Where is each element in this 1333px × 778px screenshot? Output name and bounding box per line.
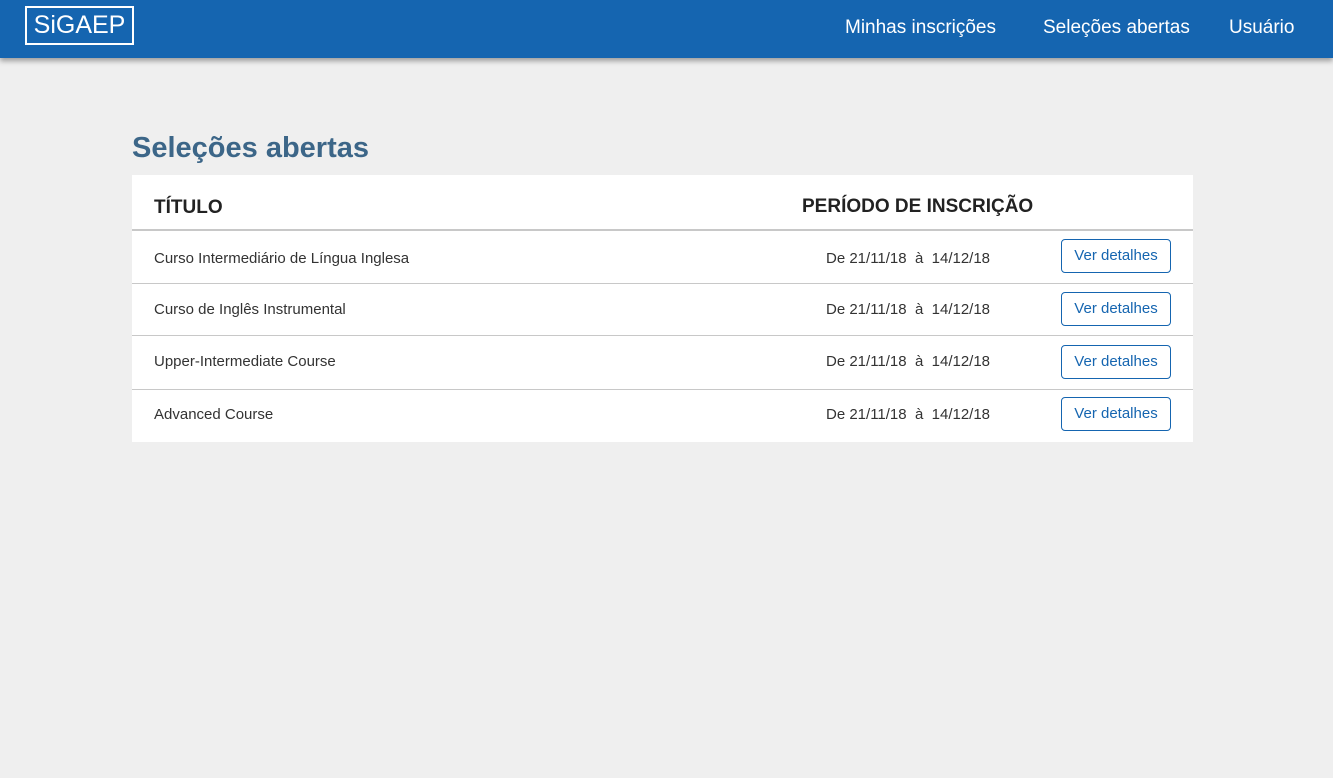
page-title: Seleções abertas — [132, 132, 369, 164]
row-period: De 21/11/18 à 14/12/18 — [826, 353, 991, 370]
nav-my-registrations[interactable]: Minhas inscrições — [845, 16, 996, 40]
table-row: Upper-Intermediate Course De 21/11/18 à … — [132, 335, 1193, 389]
table-row: Advanced Course De 21/11/18 à 14/12/18 V… — [132, 389, 1193, 442]
nav-user[interactable]: Usuário — [1229, 16, 1294, 40]
row-period: De 21/11/18 à 14/12/18 — [826, 406, 991, 423]
app-logo[interactable]: SiGAEP — [25, 6, 134, 45]
view-details-button[interactable]: Ver detalhes — [1061, 292, 1171, 326]
row-title: Advanced Course — [154, 406, 274, 423]
row-period: De 21/11/18 à 14/12/18 — [826, 250, 991, 267]
row-title: Curso Intermediário de Língua Inglesa — [154, 250, 410, 267]
top-navbar: SiGAEP Minhas inscrições Seleções aberta… — [0, 0, 1333, 58]
row-period: De 21/11/18 à 14/12/18 — [826, 301, 991, 318]
nav-open-selections[interactable]: Seleções abertas — [1043, 16, 1190, 40]
column-header-period: PERÍODO DE INSCRIÇÃO — [802, 196, 1034, 217]
column-header-title: TÍTULO — [154, 197, 223, 218]
view-details-button[interactable]: Ver detalhes — [1061, 239, 1171, 273]
selections-table: TÍTULO PERÍODO DE INSCRIÇÃO Curso Interm… — [132, 175, 1193, 442]
table-row: Curso Intermediário de Língua Inglesa De… — [132, 229, 1193, 284]
view-details-button[interactable]: Ver detalhes — [1061, 397, 1171, 431]
row-title: Curso de Inglês Instrumental — [154, 301, 346, 318]
row-title: Upper-Intermediate Course — [154, 353, 336, 370]
table-row: Curso de Inglês Instrumental De 21/11/18… — [132, 283, 1193, 335]
view-details-button[interactable]: Ver detalhes — [1061, 345, 1171, 379]
